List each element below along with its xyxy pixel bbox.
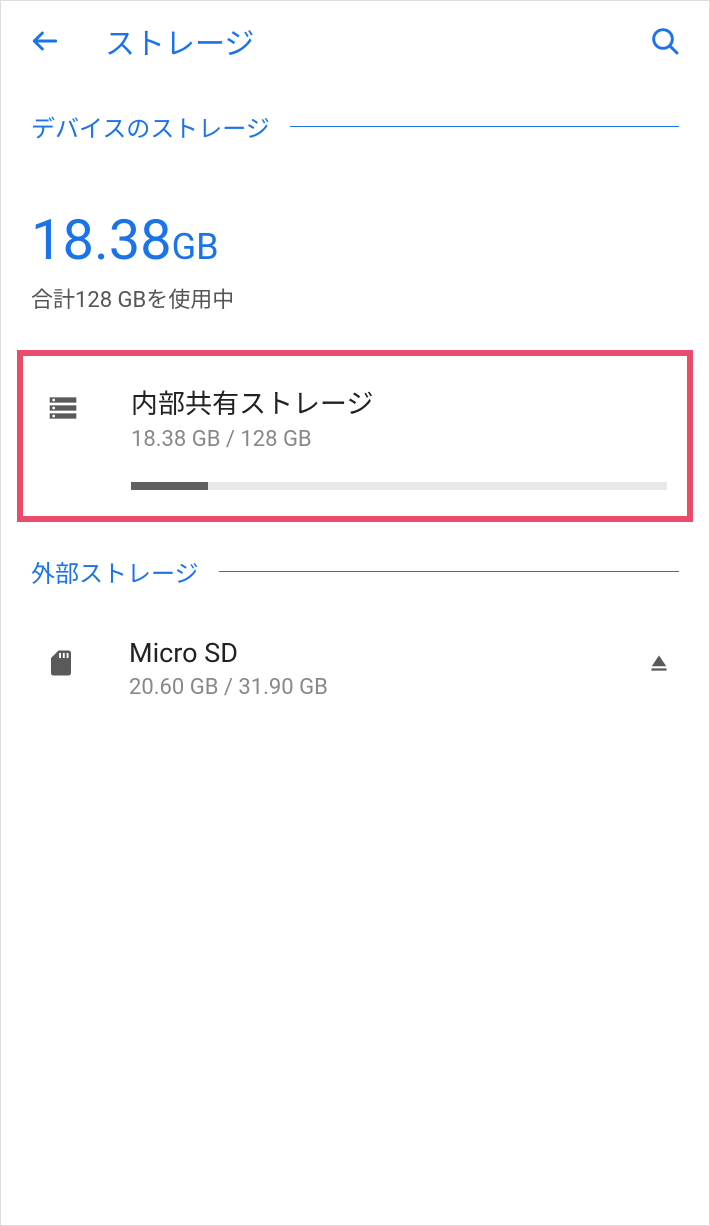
usage-value: 18.38 [31,207,172,273]
page-title: ストレージ [105,19,645,63]
storage-icon [43,388,83,428]
search-icon[interactable] [645,21,685,61]
internal-storage-row[interactable]: 内部共有ストレージ 18.38 GB / 128 GB [17,350,693,522]
usage-unit: GB [172,226,219,268]
eject-icon[interactable] [639,643,679,683]
app-header: ストレージ [1,1,709,81]
microsd-row[interactable]: Micro SD 20.60 GB / 31.90 GB [1,601,709,726]
usage-summary: 18.38GB 合計128 GBを使用中 [1,156,709,338]
microsd-subtitle: 20.60 GB / 31.90 GB [129,675,639,700]
back-arrow-icon[interactable] [25,21,65,61]
external-storage-label: 外部ストレージ [31,554,199,589]
usage-amount-line: 18.38GB [31,212,679,268]
internal-storage-content: 内部共有ストレージ 18.38 GB / 128 GB [131,382,667,490]
internal-storage-progress-fill [131,482,208,490]
section-divider [219,571,679,572]
sd-card-icon [41,643,81,683]
microsd-content: Micro SD 20.60 GB / 31.90 GB [129,637,639,700]
microsd-title: Micro SD [129,637,639,669]
internal-storage-subtitle: 18.38 GB / 128 GB [131,427,667,452]
section-divider [290,126,679,127]
usage-subtext: 合計128 GBを使用中 [31,282,679,314]
internal-storage-progress [131,482,667,490]
device-storage-label: デバイスのストレージ [31,109,270,144]
external-storage-section-header: 外部ストレージ [1,534,709,601]
internal-storage-title: 内部共有ストレージ [131,382,667,421]
device-storage-section-header: デバイスのストレージ [1,81,709,156]
